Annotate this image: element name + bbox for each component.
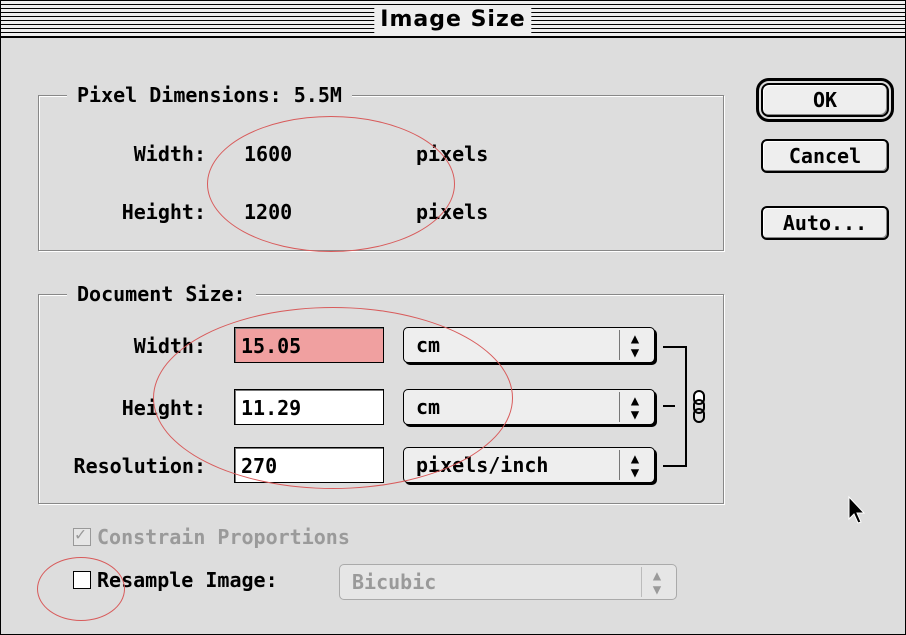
- doc-height-label: Height:: [121, 396, 206, 420]
- up-down-arrows-icon: ▲ ▼: [619, 330, 650, 360]
- resample-image-checkbox[interactable]: [73, 571, 91, 589]
- image-size-dialog: Image Size Pixel Dimensions: 5.5M Width:…: [0, 0, 906, 635]
- resolution-unit-value: pixels/inch: [416, 453, 549, 477]
- title-bar[interactable]: Image Size: [1, 1, 905, 38]
- doc-width-label: Width:: [133, 334, 206, 358]
- constrain-proportions-checkbox[interactable]: [73, 524, 91, 546]
- up-down-arrows-icon: ▲ ▼: [619, 450, 650, 480]
- pixel-width-unit: pixels: [416, 142, 489, 166]
- document-size-title: Document Size:: [67, 281, 256, 307]
- up-down-arrows-icon: ▲ ▼: [641, 567, 672, 597]
- resample-image-label: Resample Image:: [97, 568, 278, 592]
- up-down-arrows-icon: ▲ ▼: [619, 392, 650, 422]
- resample-method-value: Bicubic: [352, 570, 437, 594]
- auto-button[interactable]: Auto...: [761, 206, 889, 240]
- doc-height-field[interactable]: 11.29: [234, 389, 384, 425]
- window-title: Image Size: [374, 7, 532, 33]
- doc-height-unit-select[interactable]: cm ▲ ▼: [403, 389, 655, 425]
- pixel-dimensions-title: Pixel Dimensions: 5.5M: [67, 82, 352, 108]
- resolution-field[interactable]: 270: [234, 447, 384, 483]
- cancel-button[interactable]: Cancel: [761, 139, 889, 173]
- pixel-width-value: 1600: [244, 142, 293, 166]
- doc-width-field[interactable]: 15.05: [234, 327, 384, 363]
- pixel-height-unit: pixels: [416, 200, 489, 224]
- doc-width-unit-select[interactable]: cm ▲ ▼: [403, 327, 655, 363]
- pixel-height-label: Height:: [121, 200, 206, 224]
- ok-button[interactable]: OK: [756, 78, 894, 122]
- arrow-cursor-icon: [848, 495, 866, 524]
- doc-height-unit-value: cm: [416, 395, 441, 419]
- resolution-unit-select[interactable]: pixels/inch ▲ ▼: [403, 447, 655, 483]
- pixel-width-label: Width:: [133, 142, 206, 166]
- resolution-label: Resolution:: [73, 454, 206, 478]
- pixel-dimensions-group: Pixel Dimensions: 5.5M: [38, 82, 724, 251]
- pixel-height-value: 1200: [244, 200, 293, 224]
- resample-method-select[interactable]: Bicubic ▲ ▼: [339, 564, 677, 600]
- doc-width-unit-value: cm: [416, 333, 441, 357]
- chain-link-icon: [693, 390, 705, 423]
- constrain-proportions-label: Constrain Proportions: [97, 525, 350, 549]
